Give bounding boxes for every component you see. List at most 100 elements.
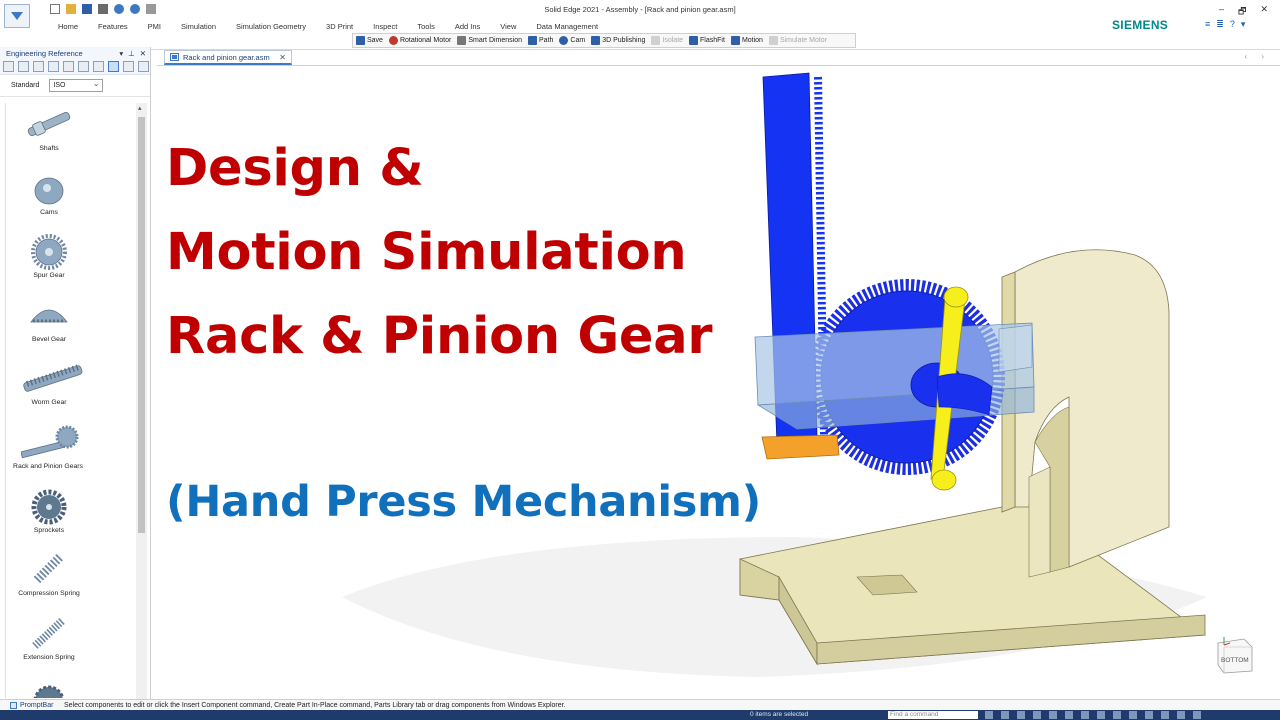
zoom-icon[interactable] [985, 711, 993, 719]
tab-data-management[interactable]: Data Management [526, 21, 608, 33]
list-icon[interactable]: ≡ [1205, 19, 1210, 30]
list-item-cams[interactable]: Cams [6, 167, 135, 231]
view-tools [985, 711, 1201, 719]
extension-spring-icon [32, 616, 66, 649]
panel-close-icon[interactable]: ✕ [140, 49, 146, 58]
sensors-tab-icon[interactable] [48, 61, 59, 72]
smart-dimension-button[interactable]: Smart Dimension [457, 36, 522, 45]
find-command-input[interactable]: Find a command [888, 711, 978, 719]
status-strip: 0 items are selected Find a command [0, 710, 1280, 720]
record-icon[interactable] [1193, 711, 1201, 719]
assembly-file-icon [170, 53, 179, 61]
rotate-icon[interactable] [1033, 711, 1041, 719]
prompt-bar: PromptBar Select components to edit or c… [0, 699, 1280, 710]
scrollbar-thumb[interactable] [138, 117, 145, 533]
tab-simulation-geometry[interactable]: Simulation Geometry [226, 21, 316, 33]
layers-tab-icon[interactable] [18, 61, 29, 72]
headline-line-3: Rack & Pinion Gear [166, 307, 713, 366]
list-item-partial[interactable] [6, 675, 135, 698]
tab-3d-print[interactable]: 3D Print [316, 21, 363, 33]
shaft-icon [27, 111, 71, 137]
display-style-icon[interactable] [1065, 711, 1073, 719]
tab-tools[interactable]: Tools [407, 21, 445, 33]
list-item-spur-gear[interactable]: Spur Gear [6, 230, 135, 294]
tab-pmi[interactable]: PMI [138, 21, 171, 33]
window-controls: – 🗗 ✕ [1219, 4, 1268, 20]
compression-spring-icon [33, 552, 65, 584]
shading-icon[interactable] [1081, 711, 1089, 719]
view-cube[interactable]: BOTTOM [1214, 633, 1256, 675]
restore-button[interactable]: 🗗 [1238, 4, 1246, 20]
minimize-button[interactable]: – [1219, 4, 1224, 20]
panel-title: Engineering Reference [6, 48, 83, 58]
prompt-bar-label[interactable]: PromptBar [0, 701, 64, 709]
rotational-motor-button[interactable]: Rotational Motor [388, 36, 451, 45]
guide-housing [754, 322, 1035, 430]
section-icon[interactable] [1097, 711, 1105, 719]
fit-icon[interactable] [1001, 711, 1009, 719]
brand-logo: SIEMENS [1112, 18, 1169, 32]
list-item-shafts[interactable]: Shafts [6, 103, 135, 167]
screenshot-icon[interactable] [1177, 711, 1185, 719]
save-button[interactable]: Save [356, 36, 383, 45]
flashfit-icon [689, 36, 699, 45]
headline-line-1: Design & [166, 139, 424, 198]
tab-home[interactable]: Home [48, 21, 88, 33]
tab-navigation[interactable]: ‹ › [1244, 52, 1270, 61]
library-tab-icon[interactable] [3, 61, 14, 72]
simulate-motor-button[interactable]: Simulate Motor [768, 36, 827, 45]
list-item-bevel-gear[interactable]: Bevel Gear [6, 294, 135, 358]
tab-add-ins[interactable]: Add Ins [445, 21, 490, 33]
options-icon[interactable]: ≣ [1216, 19, 1224, 30]
list-item-extension-spring[interactable]: Extension Spring [6, 612, 135, 676]
close-button[interactable]: ✕ [1260, 4, 1268, 20]
document-tabs: Rack and pinion gear.asm ✕ ‹ › [157, 49, 1280, 66]
pin-icon[interactable]: ⊥ [128, 49, 135, 58]
lighting-icon[interactable] [1113, 711, 1121, 719]
help-icon[interactable]: ? [1230, 19, 1235, 30]
publishing-icon [591, 36, 601, 45]
engineering-reference-panel: Engineering Reference ▾ ⊥ ✕ Standard ISO… [0, 47, 151, 720]
tab-features[interactable]: Features [88, 21, 138, 33]
isolate-icon [651, 36, 661, 45]
scroll-up-icon[interactable]: ▴ [138, 104, 142, 112]
dropdown-icon[interactable]: ▾ [1241, 19, 1246, 30]
prompt-icon [10, 701, 17, 709]
flashfit-button[interactable]: FlashFit [689, 36, 725, 45]
panel-menu-icon[interactable]: ▾ [119, 49, 123, 58]
tabs-prev-icon[interactable] [123, 61, 134, 72]
standard-dropdown[interactable]: ISO [49, 78, 104, 92]
network-tab-icon[interactable] [93, 61, 104, 72]
tab-rack-and-pinion-gear[interactable]: Rack and pinion gear.asm ✕ [164, 50, 292, 65]
tab-view[interactable]: View [490, 21, 526, 33]
3d-publishing-button[interactable]: 3D Publishing [591, 36, 645, 45]
standard-label: Standard [11, 82, 40, 89]
graphics-viewport[interactable]: Design & Motion Simulation Rack & Pinion… [157, 67, 1280, 699]
tab-inspect[interactable]: Inspect [363, 21, 407, 33]
camera-icon[interactable] [1145, 711, 1153, 719]
selection-count: 0 items are selected [750, 711, 809, 718]
list-item-worm-gear[interactable]: Worm Gear [6, 357, 135, 421]
engineering-reference-tab-icon[interactable] [108, 61, 119, 72]
motion-button[interactable]: Motion [730, 36, 763, 45]
isolate-button[interactable]: Isolate [651, 36, 683, 45]
appearance-tab-icon[interactable] [33, 61, 44, 72]
tab-simulation[interactable]: Simulation [171, 21, 226, 33]
panel-toolbar [0, 59, 150, 75]
pan-icon[interactable] [1017, 711, 1025, 719]
cam-button[interactable]: Cam [559, 36, 585, 45]
rack-pinion-icon [21, 425, 79, 459]
list-item-compression-spring[interactable]: Compression Spring [6, 548, 135, 612]
path-button[interactable]: Path [528, 36, 553, 45]
gear-part-icon [33, 685, 65, 698]
settings-icon[interactable] [1129, 711, 1137, 719]
grid-icon[interactable] [1161, 711, 1169, 719]
list-item-sprockets[interactable]: Sprockets [6, 485, 135, 549]
tabs-next-icon[interactable] [138, 61, 149, 72]
search-tab-icon[interactable] [63, 61, 74, 72]
panel-scrollbar[interactable]: ▴ ▾ [136, 103, 147, 720]
image-tab-icon[interactable] [78, 61, 89, 72]
list-item-rack-pinion[interactable]: Rack and Pinion Gears [6, 421, 135, 485]
close-tab-icon[interactable]: ✕ [279, 53, 286, 62]
view-orient-icon[interactable] [1049, 711, 1057, 719]
